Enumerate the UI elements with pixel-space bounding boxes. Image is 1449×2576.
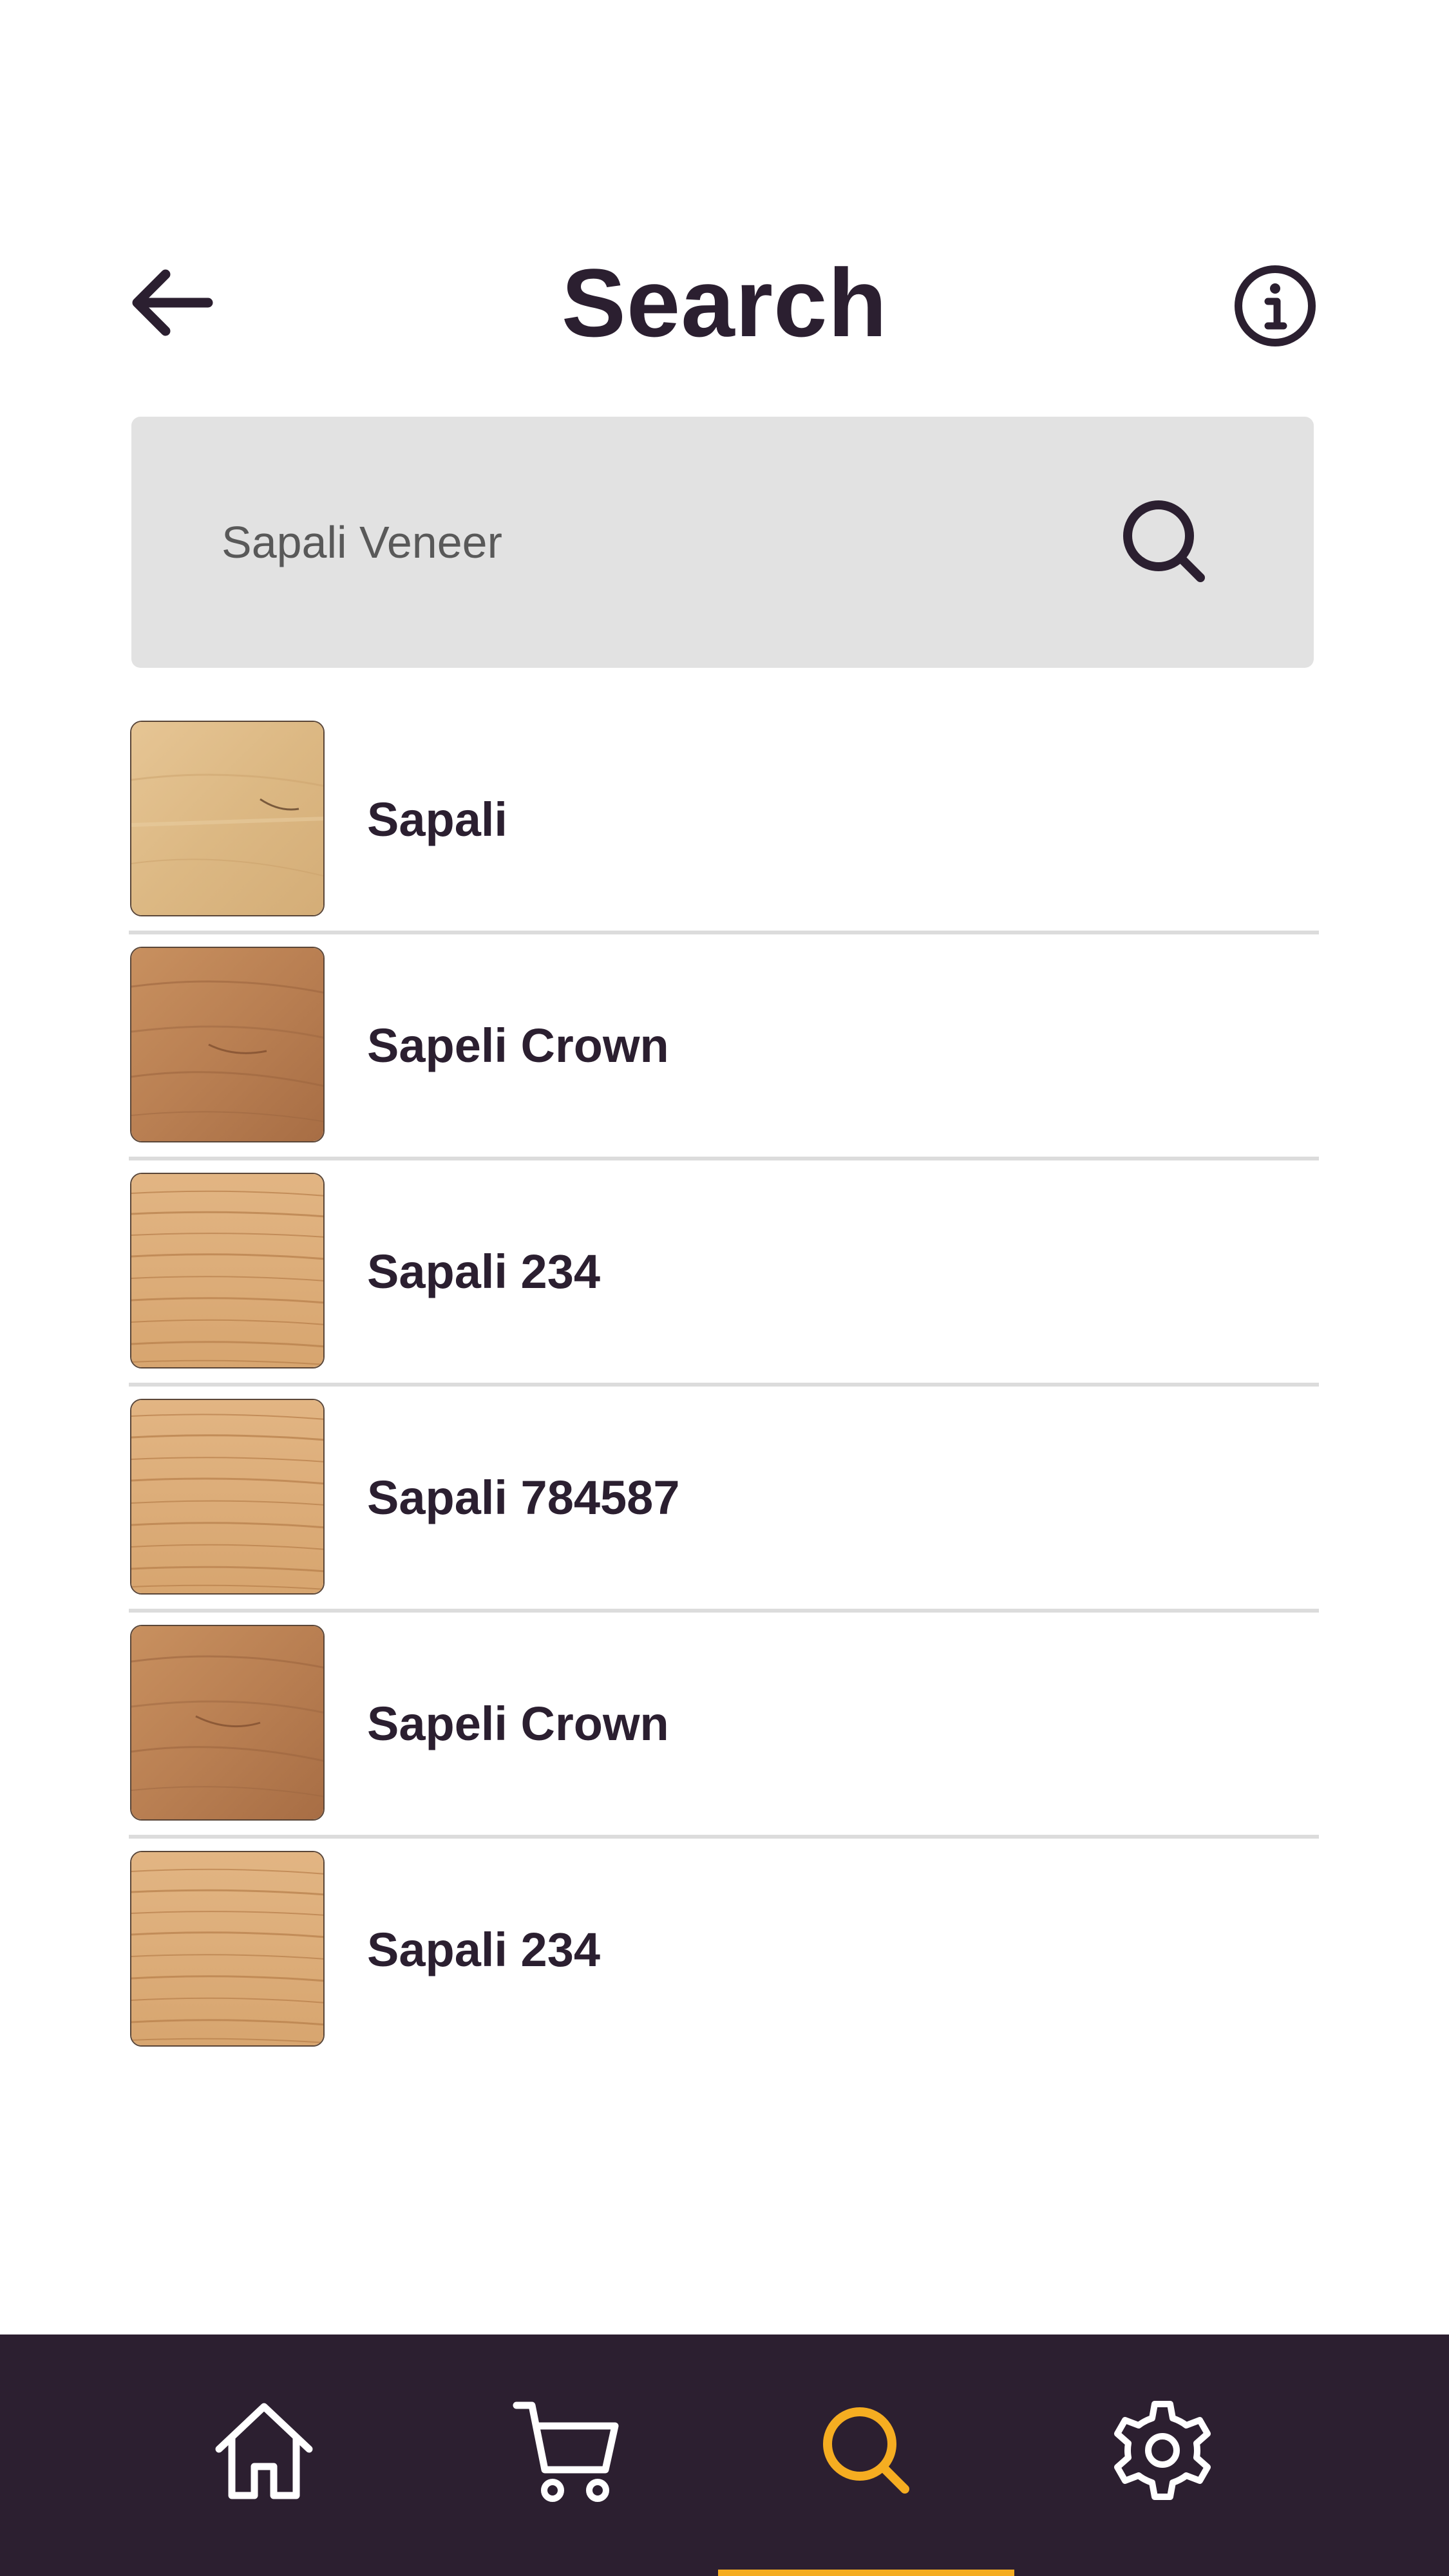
wood-thumbnail [130,947,325,1142]
cart-icon [513,2401,619,2502]
page-title: Search [561,249,888,357]
divider [129,1157,1319,1160]
wood-thumbnail [130,1173,325,1368]
search-icon [1123,500,1205,582]
list-item[interactable]: Sapali 234 [129,1850,1319,2076]
result-label: Sapeli Crown [367,1697,669,1750]
home-icon [215,2403,313,2499]
list-item[interactable]: Sapeli Crown [129,1624,1319,1850]
bottom-navigation [0,2334,1449,2576]
search-icon [823,2407,909,2494]
nav-search[interactable] [795,2392,937,2521]
wood-thumbnail [130,1399,325,1595]
search-button[interactable] [1110,488,1220,597]
list-item[interactable]: Sapeli Crown [129,946,1319,1172]
result-label: Sapeli Crown [367,1019,669,1072]
search-bar [131,417,1314,668]
app-header: Search [0,225,1449,380]
list-item[interactable]: Sapali [129,720,1319,946]
divider [129,1383,1319,1387]
nav-cart[interactable] [496,2392,638,2521]
wood-thumbnail [130,1625,325,1821]
divider [129,1609,1319,1613]
result-label: Sapali [367,793,507,846]
wood-thumbnail [130,721,325,916]
info-button[interactable] [1233,264,1317,348]
list-item[interactable]: Sapali 784587 [129,1398,1319,1624]
nav-settings[interactable] [1092,2392,1233,2521]
divider [129,931,1319,934]
results-list: Sapali Sapeli Crown Sapali 234 Sapali 78… [129,720,1319,2076]
search-input[interactable] [222,497,1059,587]
list-item[interactable]: Sapali 234 [129,1172,1319,1398]
active-tab-indicator [718,2570,1014,2576]
gear-icon [1114,2401,1211,2500]
info-icon [1235,265,1316,346]
result-label: Sapali 784587 [367,1471,680,1524]
result-label: Sapali 234 [367,1923,601,1976]
divider [129,1835,1319,1839]
wood-thumbnail [130,1851,325,2047]
nav-home[interactable] [193,2392,335,2521]
result-label: Sapali 234 [367,1245,601,1298]
